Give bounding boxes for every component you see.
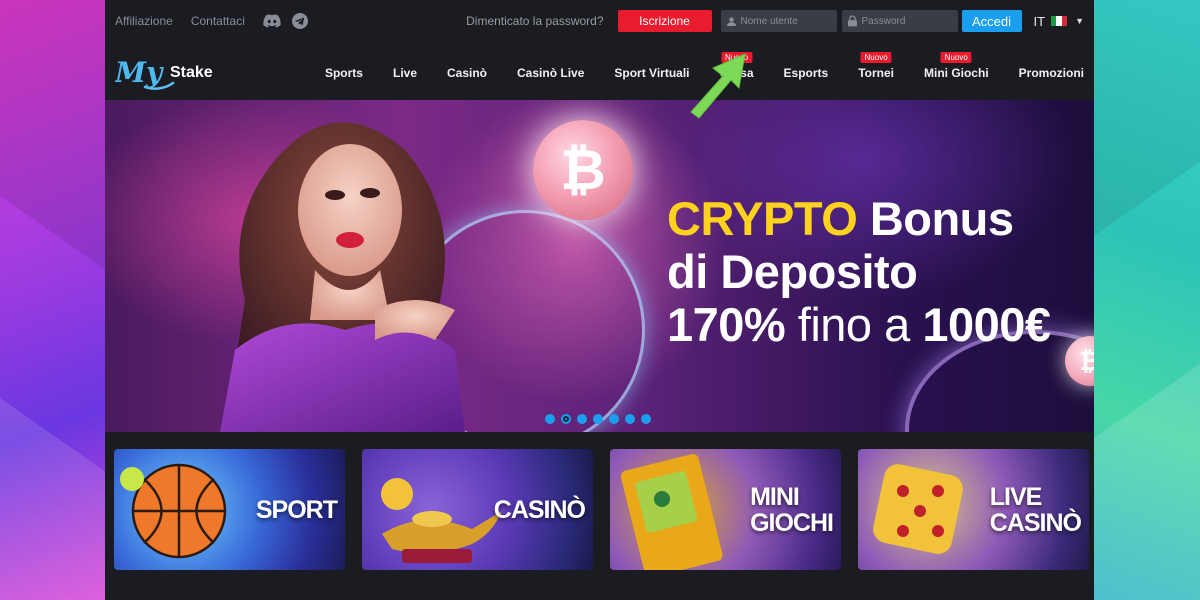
carousel-dot[interactable]	[561, 414, 571, 424]
category-mini-line2: GIOCHI	[750, 508, 834, 537]
category-sport-line1: SPORT	[255, 495, 338, 524]
new-badge: Nuovo	[940, 52, 972, 63]
green-arrow-icon	[690, 53, 746, 119]
nav-item-1[interactable]: Live	[393, 66, 417, 80]
nav-item-9[interactable]: Promozioni	[1019, 66, 1084, 80]
carousel-dot[interactable]	[609, 414, 619, 424]
woman-illustration	[220, 122, 465, 432]
telegram-icon[interactable]	[291, 12, 309, 30]
main-nav: My Stake Sports Live Casinò Casinò Live Spor…	[105, 42, 1094, 100]
category-tiles: SPORT CASINÒ MINI GIOCHI LIVE CASINÒ	[114, 449, 1089, 570]
nav-item-label: Esports	[783, 66, 829, 80]
nav-item-2[interactable]: Casinò	[447, 66, 487, 80]
username-input[interactable]	[740, 15, 831, 27]
category-live-line2: CASINÒ	[989, 508, 1082, 537]
hero-line3-mid: fino a	[785, 298, 923, 351]
nav-item-3[interactable]: Casinò Live	[517, 66, 584, 80]
carousel-dot[interactable]	[641, 414, 651, 424]
nav-item-label: Mini Giochi	[923, 66, 989, 80]
dice-icon	[873, 464, 963, 554]
register-button[interactable]: Iscrizione	[617, 10, 712, 32]
nav-item-4[interactable]: Sport Virtuali	[614, 66, 689, 80]
hero-highlight: CRYPTO	[667, 192, 858, 245]
discord-icon[interactable]	[263, 12, 281, 30]
password-input[interactable]	[861, 15, 952, 27]
carousel-dot[interactable]	[625, 414, 635, 424]
magic-lamp-icon	[381, 478, 502, 563]
background-right	[1094, 0, 1200, 600]
hero-headline: CRYPTO Bonus di Deposito 170% fino a 100…	[667, 192, 1051, 351]
site: Affiliazione Contattaci Dimenticato la p…	[105, 0, 1094, 600]
password-field[interactable]	[841, 10, 958, 32]
nav-item-label: Casinò Live	[517, 66, 585, 80]
category-mini-games[interactable]: MINI GIOCHI	[610, 449, 841, 570]
nav-item-label: Casinò	[447, 66, 488, 80]
hero-amount: 1000€	[922, 298, 1051, 351]
mystake-logo[interactable]: My Stake	[114, 54, 225, 94]
bitcoin-coin-icon: ₿	[533, 120, 633, 220]
language-code: IT	[1033, 13, 1046, 29]
hero-percent: 170%	[667, 298, 786, 351]
category-live-casino[interactable]: LIVE CASINÒ	[858, 449, 1089, 570]
logo-stake: Stake	[170, 64, 213, 81]
category-casino[interactable]: CASINÒ	[362, 449, 593, 570]
forgot-password-link[interactable]: Dimenticato la password?	[466, 14, 603, 28]
italy-flag-icon	[1051, 16, 1068, 26]
chevron-down-icon: ▼	[1075, 16, 1084, 26]
category-casino-line1: CASINÒ	[493, 495, 586, 524]
top-bar: Affiliazione Contattaci Dimenticato la p…	[105, 0, 1094, 42]
basketball-icon	[120, 463, 227, 559]
nav-item-label: Sport Virtuali	[614, 66, 690, 80]
category-mini-line1: MINI	[750, 482, 800, 511]
nav-item-8[interactable]: Mini Giochi Nuovo	[923, 52, 989, 80]
nav-item-7[interactable]: Tornei Nuovo	[858, 52, 894, 80]
lock-icon	[847, 15, 857, 27]
logo-my: My	[115, 56, 164, 89]
affiliate-link[interactable]: Affiliazione	[115, 14, 173, 28]
new-badge: Nuovo	[860, 52, 892, 63]
category-live-line1: LIVE	[989, 482, 1043, 511]
hero-line1-rest: Bonus	[857, 192, 1014, 245]
username-field[interactable]	[720, 10, 837, 32]
hero-line2: di Deposito	[667, 245, 918, 298]
contact-link[interactable]: Contattaci	[191, 14, 245, 28]
background-left	[0, 0, 105, 600]
nav-item-label: Sports	[324, 66, 363, 80]
hero-banner[interactable]: ₿ ₿ CRYPTO Bonus di Deposito 170% fino a…	[105, 100, 1094, 432]
nav-item-6[interactable]: Esports	[784, 66, 829, 80]
language-selector[interactable]: IT ▼	[1034, 14, 1084, 29]
nav-item-label: Promozioni	[1018, 66, 1084, 80]
carousel-dots	[545, 414, 657, 424]
carousel-dot[interactable]	[577, 414, 587, 424]
category-sport[interactable]: SPORT	[114, 449, 345, 570]
login-button[interactable]: Accedi	[961, 10, 1022, 32]
nav-item-label: Tornei	[858, 66, 894, 80]
nav-item-0[interactable]: Sports	[325, 66, 363, 80]
carousel-dot[interactable]	[545, 414, 555, 424]
handheld-game-icon	[620, 454, 723, 570]
user-icon	[726, 16, 736, 26]
nav-item-label: Live	[392, 66, 417, 80]
carousel-dot[interactable]	[593, 414, 603, 424]
